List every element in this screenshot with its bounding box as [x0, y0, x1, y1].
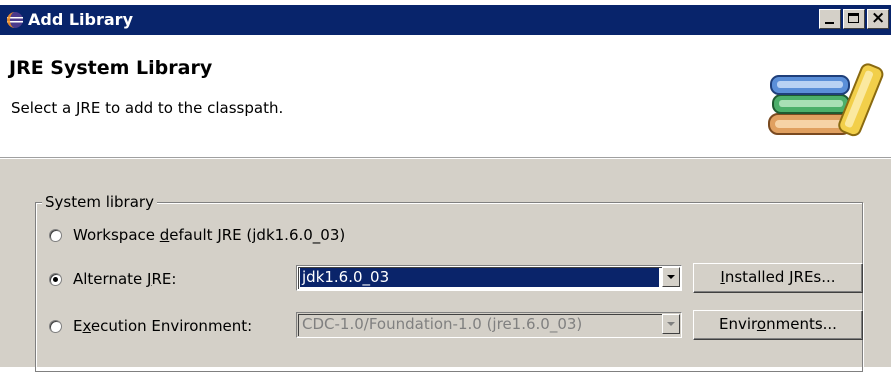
- minimize-button[interactable]: [819, 9, 841, 29]
- execution-env-combo[interactable]: CDC-1.0/Foundation-1.0 (jre1.6.0_03): [296, 312, 682, 338]
- window-title: Add Library: [28, 10, 133, 29]
- alternate-jre-combo[interactable]: jdk1.6.0_03: [296, 265, 682, 291]
- maximize-button[interactable]: [843, 9, 865, 29]
- alternate-jre-radio[interactable]: [49, 272, 62, 286]
- alternate-jre-option[interactable]: Alternate JRE:: [49, 267, 176, 291]
- environments-button[interactable]: Environments...: [693, 310, 863, 340]
- chevron-down-icon[interactable]: [662, 267, 680, 287]
- execution-env-radio[interactable]: [49, 319, 62, 333]
- close-icon: ×: [871, 8, 886, 28]
- maximize-icon: [848, 13, 859, 23]
- installed-jres-button[interactable]: Installed JREs...: [693, 263, 863, 293]
- wizard-header: JRE System Library Select a JRE to add t…: [0, 35, 891, 158]
- chevron-down-icon: [662, 314, 680, 334]
- page-description: Select a JRE to add to the classpath.: [11, 99, 284, 117]
- workspace-default-label: Workspace default JRE (jdk1.6.0_03): [73, 226, 346, 244]
- alternate-jre-value: jdk1.6.0_03: [300, 268, 659, 287]
- system-library-legend: System library: [42, 193, 157, 211]
- dialog-body: System library Workspace default JRE (jd…: [0, 158, 891, 372]
- library-books-icon: [768, 63, 884, 137]
- workspace-default-radio[interactable]: [49, 228, 62, 242]
- close-button[interactable]: ×: [867, 8, 889, 29]
- workspace-default-option[interactable]: Workspace default JRE (jdk1.6.0_03): [49, 223, 345, 247]
- add-library-dialog: Add Library × JRE System Library Select …: [0, 0, 891, 372]
- execution-env-option[interactable]: Execution Environment:: [49, 314, 252, 338]
- execution-env-value: CDC-1.0/Foundation-1.0 (jre1.6.0_03): [302, 315, 583, 333]
- alternate-jre-label: Alternate JRE:: [73, 270, 177, 288]
- page-title: JRE System Library: [9, 57, 213, 79]
- execution-env-label: Execution Environment:: [73, 317, 253, 335]
- eclipse-icon: [7, 12, 23, 28]
- title-bar[interactable]: Add Library ×: [0, 5, 891, 35]
- minimize-icon: [825, 22, 834, 24]
